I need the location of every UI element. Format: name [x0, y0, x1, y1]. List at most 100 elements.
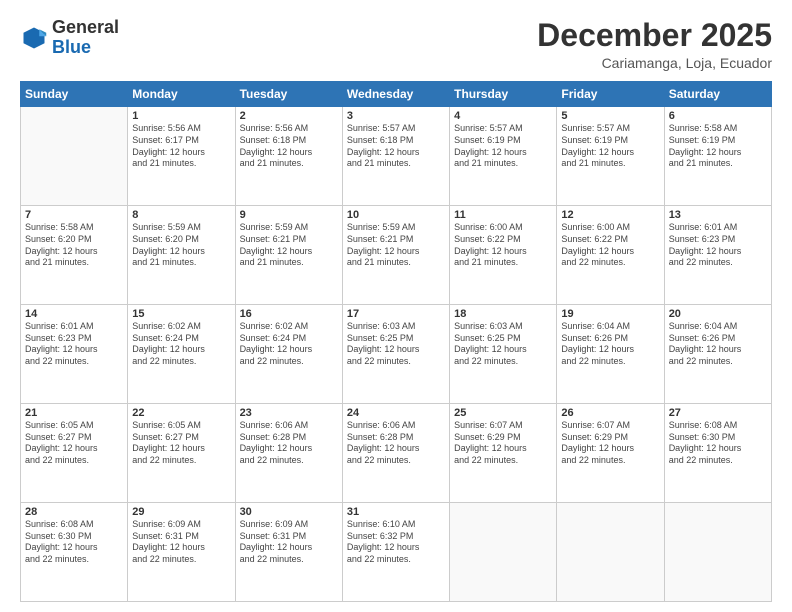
day-number: 18	[454, 308, 552, 320]
day-info: Sunrise: 6:07 AM Sunset: 6:29 PM Dayligh…	[454, 420, 552, 467]
day-info: Sunrise: 6:08 AM Sunset: 6:30 PM Dayligh…	[25, 519, 123, 566]
day-info: Sunrise: 5:56 AM Sunset: 6:17 PM Dayligh…	[132, 123, 230, 170]
calendar-cell: 4Sunrise: 5:57 AM Sunset: 6:19 PM Daylig…	[450, 107, 557, 206]
location: Cariamanga, Loja, Ecuador	[537, 55, 772, 71]
week-row-1: 1Sunrise: 5:56 AM Sunset: 6:17 PM Daylig…	[21, 107, 772, 206]
calendar-cell: 19Sunrise: 6:04 AM Sunset: 6:26 PM Dayli…	[557, 305, 664, 404]
calendar-cell: 20Sunrise: 6:04 AM Sunset: 6:26 PM Dayli…	[664, 305, 771, 404]
day-number: 13	[669, 209, 767, 221]
day-info: Sunrise: 6:05 AM Sunset: 6:27 PM Dayligh…	[132, 420, 230, 467]
day-info: Sunrise: 6:09 AM Sunset: 6:31 PM Dayligh…	[240, 519, 338, 566]
header: General Blue December 2025 Cariamanga, L…	[20, 18, 772, 71]
day-number: 31	[347, 506, 445, 518]
day-info: Sunrise: 6:02 AM Sunset: 6:24 PM Dayligh…	[240, 321, 338, 368]
day-info: Sunrise: 6:01 AM Sunset: 6:23 PM Dayligh…	[669, 222, 767, 269]
day-header-tuesday: Tuesday	[235, 82, 342, 107]
day-number: 21	[25, 407, 123, 419]
day-info: Sunrise: 6:00 AM Sunset: 6:22 PM Dayligh…	[454, 222, 552, 269]
day-number: 26	[561, 407, 659, 419]
calendar-cell: 10Sunrise: 5:59 AM Sunset: 6:21 PM Dayli…	[342, 206, 449, 305]
day-info: Sunrise: 6:01 AM Sunset: 6:23 PM Dayligh…	[25, 321, 123, 368]
week-row-5: 28Sunrise: 6:08 AM Sunset: 6:30 PM Dayli…	[21, 503, 772, 602]
calendar-cell: 27Sunrise: 6:08 AM Sunset: 6:30 PM Dayli…	[664, 404, 771, 503]
day-info: Sunrise: 6:04 AM Sunset: 6:26 PM Dayligh…	[669, 321, 767, 368]
day-number: 7	[25, 209, 123, 221]
calendar-cell: 11Sunrise: 6:00 AM Sunset: 6:22 PM Dayli…	[450, 206, 557, 305]
day-number: 11	[454, 209, 552, 221]
day-info: Sunrise: 6:03 AM Sunset: 6:25 PM Dayligh…	[347, 321, 445, 368]
day-number: 23	[240, 407, 338, 419]
day-info: Sunrise: 6:04 AM Sunset: 6:26 PM Dayligh…	[561, 321, 659, 368]
day-number: 19	[561, 308, 659, 320]
day-number: 16	[240, 308, 338, 320]
day-number: 1	[132, 110, 230, 122]
day-header-sunday: Sunday	[21, 82, 128, 107]
calendar-cell: 12Sunrise: 6:00 AM Sunset: 6:22 PM Dayli…	[557, 206, 664, 305]
calendar-cell: 13Sunrise: 6:01 AM Sunset: 6:23 PM Dayli…	[664, 206, 771, 305]
day-info: Sunrise: 6:03 AM Sunset: 6:25 PM Dayligh…	[454, 321, 552, 368]
day-number: 15	[132, 308, 230, 320]
day-number: 4	[454, 110, 552, 122]
week-row-4: 21Sunrise: 6:05 AM Sunset: 6:27 PM Dayli…	[21, 404, 772, 503]
day-number: 5	[561, 110, 659, 122]
day-header-wednesday: Wednesday	[342, 82, 449, 107]
day-info: Sunrise: 5:59 AM Sunset: 6:20 PM Dayligh…	[132, 222, 230, 269]
day-number: 10	[347, 209, 445, 221]
day-number: 27	[669, 407, 767, 419]
title-block: December 2025 Cariamanga, Loja, Ecuador	[537, 18, 772, 71]
day-number: 3	[347, 110, 445, 122]
calendar-cell	[450, 503, 557, 602]
calendar-page: General Blue December 2025 Cariamanga, L…	[0, 0, 792, 612]
day-info: Sunrise: 6:02 AM Sunset: 6:24 PM Dayligh…	[132, 321, 230, 368]
day-info: Sunrise: 6:10 AM Sunset: 6:32 PM Dayligh…	[347, 519, 445, 566]
calendar-cell: 17Sunrise: 6:03 AM Sunset: 6:25 PM Dayli…	[342, 305, 449, 404]
calendar-cell	[21, 107, 128, 206]
calendar-cell: 22Sunrise: 6:05 AM Sunset: 6:27 PM Dayli…	[128, 404, 235, 503]
calendar-cell: 1Sunrise: 5:56 AM Sunset: 6:17 PM Daylig…	[128, 107, 235, 206]
calendar-cell: 23Sunrise: 6:06 AM Sunset: 6:28 PM Dayli…	[235, 404, 342, 503]
day-number: 22	[132, 407, 230, 419]
calendar-cell	[557, 503, 664, 602]
calendar-cell: 28Sunrise: 6:08 AM Sunset: 6:30 PM Dayli…	[21, 503, 128, 602]
calendar-cell: 30Sunrise: 6:09 AM Sunset: 6:31 PM Dayli…	[235, 503, 342, 602]
day-number: 14	[25, 308, 123, 320]
calendar-cell: 31Sunrise: 6:10 AM Sunset: 6:32 PM Dayli…	[342, 503, 449, 602]
calendar-cell: 15Sunrise: 6:02 AM Sunset: 6:24 PM Dayli…	[128, 305, 235, 404]
calendar-cell: 16Sunrise: 6:02 AM Sunset: 6:24 PM Dayli…	[235, 305, 342, 404]
day-number: 9	[240, 209, 338, 221]
calendar-cell	[664, 503, 771, 602]
day-info: Sunrise: 5:58 AM Sunset: 6:19 PM Dayligh…	[669, 123, 767, 170]
day-info: Sunrise: 5:57 AM Sunset: 6:18 PM Dayligh…	[347, 123, 445, 170]
calendar-cell: 5Sunrise: 5:57 AM Sunset: 6:19 PM Daylig…	[557, 107, 664, 206]
day-header-thursday: Thursday	[450, 82, 557, 107]
day-info: Sunrise: 5:56 AM Sunset: 6:18 PM Dayligh…	[240, 123, 338, 170]
day-info: Sunrise: 6:06 AM Sunset: 6:28 PM Dayligh…	[240, 420, 338, 467]
day-number: 12	[561, 209, 659, 221]
calendar-cell: 9Sunrise: 5:59 AM Sunset: 6:21 PM Daylig…	[235, 206, 342, 305]
day-number: 29	[132, 506, 230, 518]
day-number: 28	[25, 506, 123, 518]
day-info: Sunrise: 6:05 AM Sunset: 6:27 PM Dayligh…	[25, 420, 123, 467]
calendar-cell: 29Sunrise: 6:09 AM Sunset: 6:31 PM Dayli…	[128, 503, 235, 602]
week-row-2: 7Sunrise: 5:58 AM Sunset: 6:20 PM Daylig…	[21, 206, 772, 305]
week-row-3: 14Sunrise: 6:01 AM Sunset: 6:23 PM Dayli…	[21, 305, 772, 404]
calendar-cell: 21Sunrise: 6:05 AM Sunset: 6:27 PM Dayli…	[21, 404, 128, 503]
calendar-table: SundayMondayTuesdayWednesdayThursdayFrid…	[20, 81, 772, 602]
calendar-cell: 25Sunrise: 6:07 AM Sunset: 6:29 PM Dayli…	[450, 404, 557, 503]
day-number: 8	[132, 209, 230, 221]
day-info: Sunrise: 6:00 AM Sunset: 6:22 PM Dayligh…	[561, 222, 659, 269]
calendar-cell: 7Sunrise: 5:58 AM Sunset: 6:20 PM Daylig…	[21, 206, 128, 305]
day-header-friday: Friday	[557, 82, 664, 107]
day-number: 24	[347, 407, 445, 419]
day-info: Sunrise: 6:08 AM Sunset: 6:30 PM Dayligh…	[669, 420, 767, 467]
day-number: 20	[669, 308, 767, 320]
day-info: Sunrise: 5:59 AM Sunset: 6:21 PM Dayligh…	[347, 222, 445, 269]
calendar-cell: 24Sunrise: 6:06 AM Sunset: 6:28 PM Dayli…	[342, 404, 449, 503]
calendar-cell: 3Sunrise: 5:57 AM Sunset: 6:18 PM Daylig…	[342, 107, 449, 206]
logo: General Blue	[20, 18, 119, 58]
calendar-cell: 6Sunrise: 5:58 AM Sunset: 6:19 PM Daylig…	[664, 107, 771, 206]
day-info: Sunrise: 5:57 AM Sunset: 6:19 PM Dayligh…	[454, 123, 552, 170]
calendar-cell: 18Sunrise: 6:03 AM Sunset: 6:25 PM Dayli…	[450, 305, 557, 404]
month-title: December 2025	[537, 18, 772, 53]
calendar-cell: 2Sunrise: 5:56 AM Sunset: 6:18 PM Daylig…	[235, 107, 342, 206]
